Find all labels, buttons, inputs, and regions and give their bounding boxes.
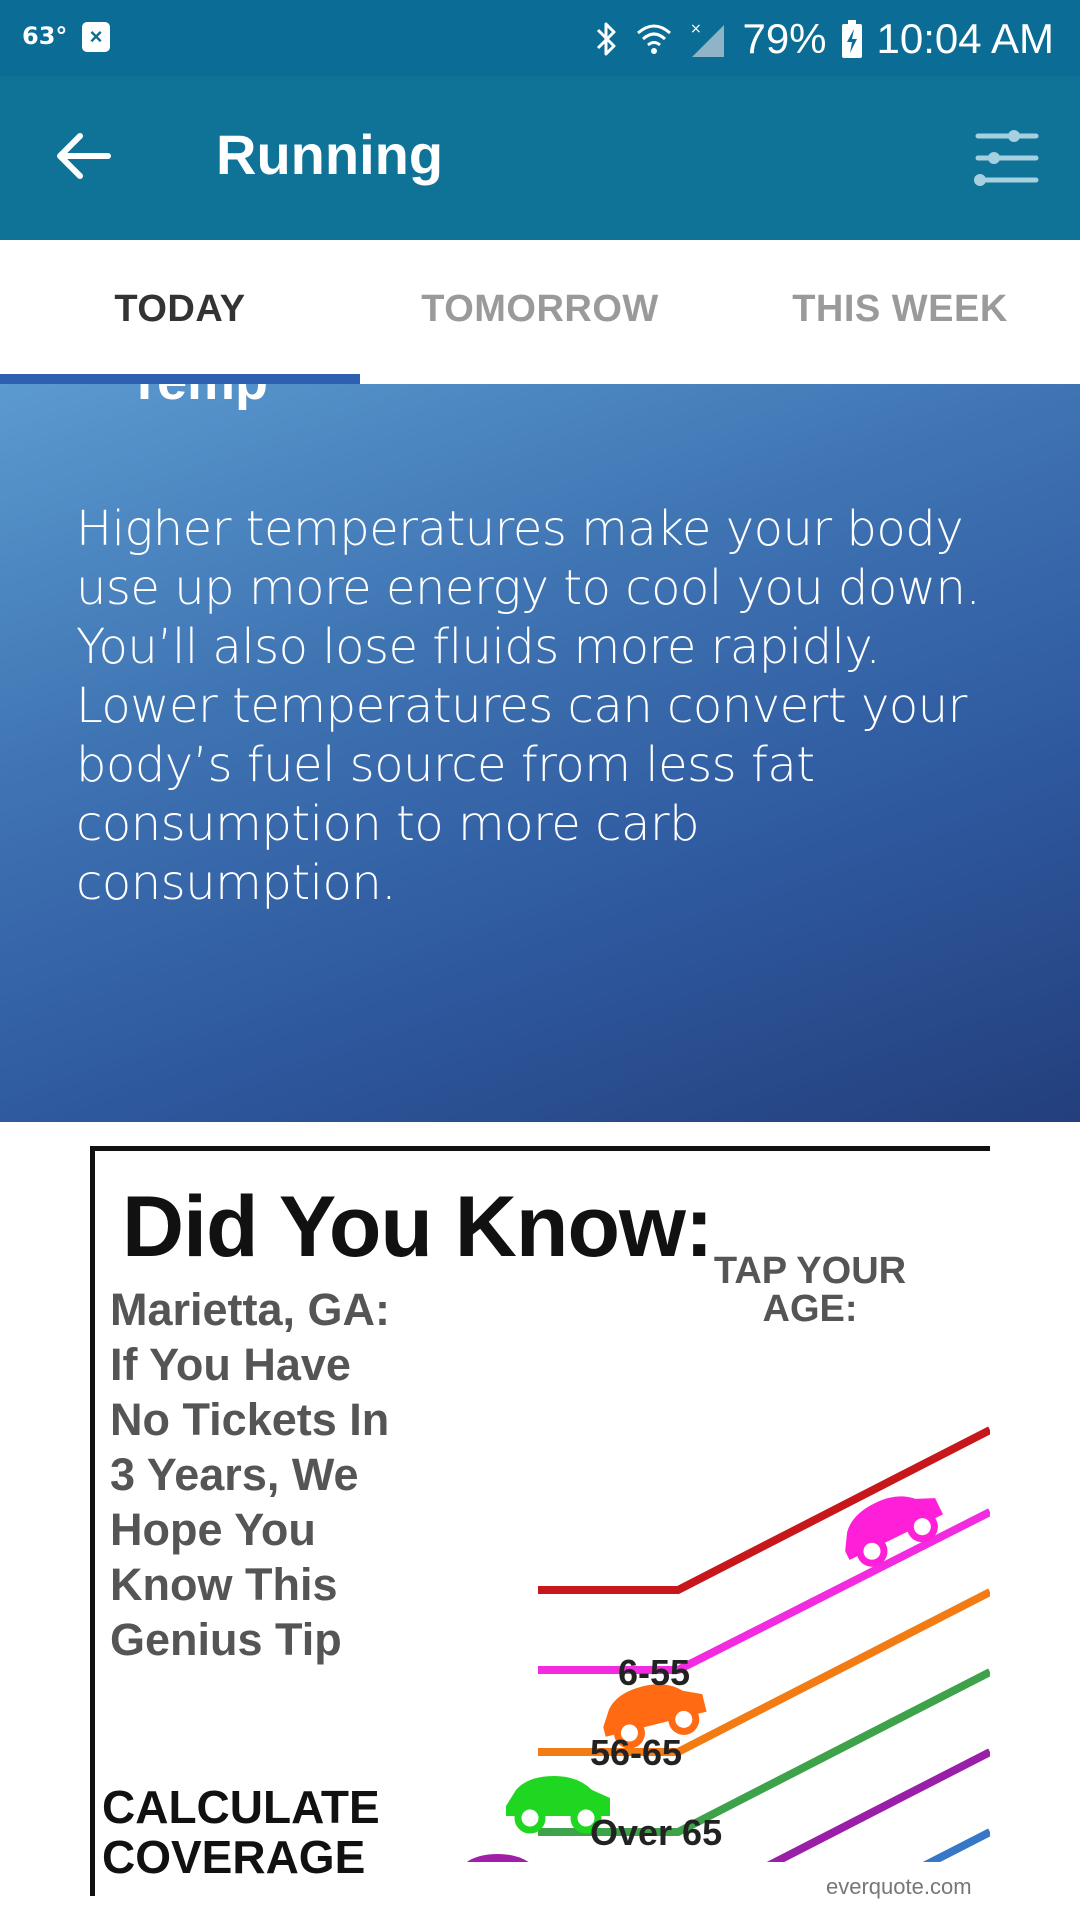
advertisement[interactable]: Did You Know: Marietta, GA: If You Have …: [0, 1122, 1080, 1920]
tab-tomorrow[interactable]: TOMORROW: [360, 240, 720, 384]
ad-tap-line: TAP YOUR: [713, 1250, 907, 1292]
ad-text-line: Marietta, GA:: [110, 1284, 391, 1335]
ad-text-line: Know This: [110, 1559, 338, 1610]
status-temperature: 63°: [22, 22, 68, 50]
arrow-left-icon: [57, 133, 111, 179]
tab-this-week[interactable]: THIS WEEK: [720, 240, 1080, 384]
ad-text-line: 3 Years, We: [110, 1449, 359, 1500]
active-tab-indicator: [0, 374, 360, 384]
ad-frame-left: [90, 1146, 95, 1896]
age-option-over-65[interactable]: Over 65: [590, 1812, 722, 1854]
ad-age-graphic: [466, 1426, 990, 1862]
ad-frame-top: [90, 1146, 990, 1151]
ad-text-line: If You Have: [110, 1339, 351, 1390]
tab-bar: TODAY TOMORROW THIS WEEK: [0, 240, 1080, 384]
calculate-coverage-button[interactable]: CALCULATE COVERAGE: [102, 1782, 422, 1882]
tab-today[interactable]: TODAY: [0, 240, 360, 384]
ad-body-text: Marietta, GA: If You Have No Tickets In …: [110, 1282, 430, 1667]
ad-cta-line: COVERAGE: [102, 1831, 366, 1883]
sliders-icon: [974, 130, 1039, 186]
ad-title: Did You Know:: [122, 1179, 714, 1275]
bluetooth-icon: [597, 22, 616, 56]
ad-cta-line: CALCULATE: [102, 1781, 380, 1833]
app-bar: Running: [0, 76, 1080, 240]
wifi-icon: [637, 24, 672, 54]
filter-settings-button[interactable]: [970, 120, 1046, 196]
ad-text-line: No Tickets In: [110, 1394, 390, 1445]
battery-percent: 79%: [742, 15, 827, 62]
status-bar: 63° × × 79% 10:04 AM: [0, 0, 1080, 76]
battery-charging-icon: [841, 20, 862, 58]
notification-x-icon: ×: [82, 22, 110, 52]
cell-signal-icon: ×: [690, 21, 725, 57]
card-body-text: Higher temperatures make your body use u…: [76, 501, 981, 911]
age-option-56-65[interactable]: 56-65: [590, 1732, 682, 1774]
car-icon-purple: [466, 1854, 529, 1862]
ad-text-line: Hope You: [110, 1504, 316, 1555]
ad-credit: everquote.com: [826, 1874, 972, 1899]
age-option-46-55[interactable]: 6-55: [618, 1652, 690, 1694]
status-right-group: × 79% 10:04 AM: [594, 12, 1054, 66]
card-heading: Temp: [128, 384, 268, 412]
info-card: Temp Higher temperatures make your body …: [0, 384, 1080, 1122]
ad-text-line: Genius Tip: [110, 1614, 342, 1665]
page-title: Running: [216, 123, 444, 186]
back-button[interactable]: [48, 118, 124, 194]
status-time: 10:04 AM: [876, 15, 1054, 62]
svg-text:×: ×: [690, 21, 702, 37]
